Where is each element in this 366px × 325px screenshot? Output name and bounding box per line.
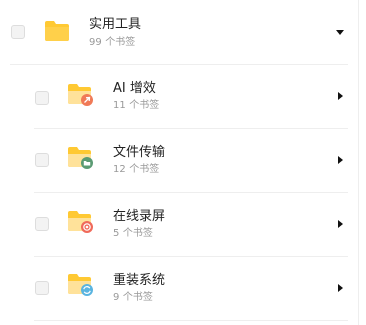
folder-sync-icon [68,274,93,296]
item-count: 5 个书签 [113,228,153,239]
group-count: 99 个书签 [89,37,136,48]
chevron-down-icon[interactable] [336,30,344,35]
item-count: 11 个书签 [113,100,160,111]
item-checkbox[interactable] [35,91,49,105]
folder-record-icon [68,211,93,233]
list-item[interactable]: 文件传输 12 个书签 [0,128,358,192]
chevron-right-icon[interactable] [338,92,343,100]
chevron-right-icon[interactable] [338,220,343,228]
folder-file-icon [68,147,93,169]
item-checkbox[interactable] [35,217,49,231]
item-checkbox[interactable] [35,281,49,295]
item-checkbox[interactable] [35,153,49,167]
right-border [358,0,359,325]
list-item[interactable]: 重装系统 9 个书签 [0,256,358,320]
folder-icon [45,21,69,41]
group-title: 实用工具 [89,17,142,32]
item-count: 9 个书签 [113,292,153,303]
item-title: 文件传输 [113,145,166,160]
group-row-utility-tools[interactable]: 实用工具 99 个书签 [0,0,358,64]
item-title: AI 增效 [113,81,156,96]
item-title: 重装系统 [113,273,166,288]
chevron-right-icon[interactable] [338,284,343,292]
item-title: 在线录屏 [113,209,166,224]
item-count: 12 个书签 [113,164,160,175]
divider [34,320,348,321]
group-checkbox[interactable] [11,25,25,39]
folder-rocket-icon [68,84,93,106]
list-item[interactable]: 在线录屏 5 个书签 [0,192,358,256]
chevron-right-icon[interactable] [338,156,343,164]
list-item[interactable]: AI 增效 11 个书签 [0,64,358,128]
